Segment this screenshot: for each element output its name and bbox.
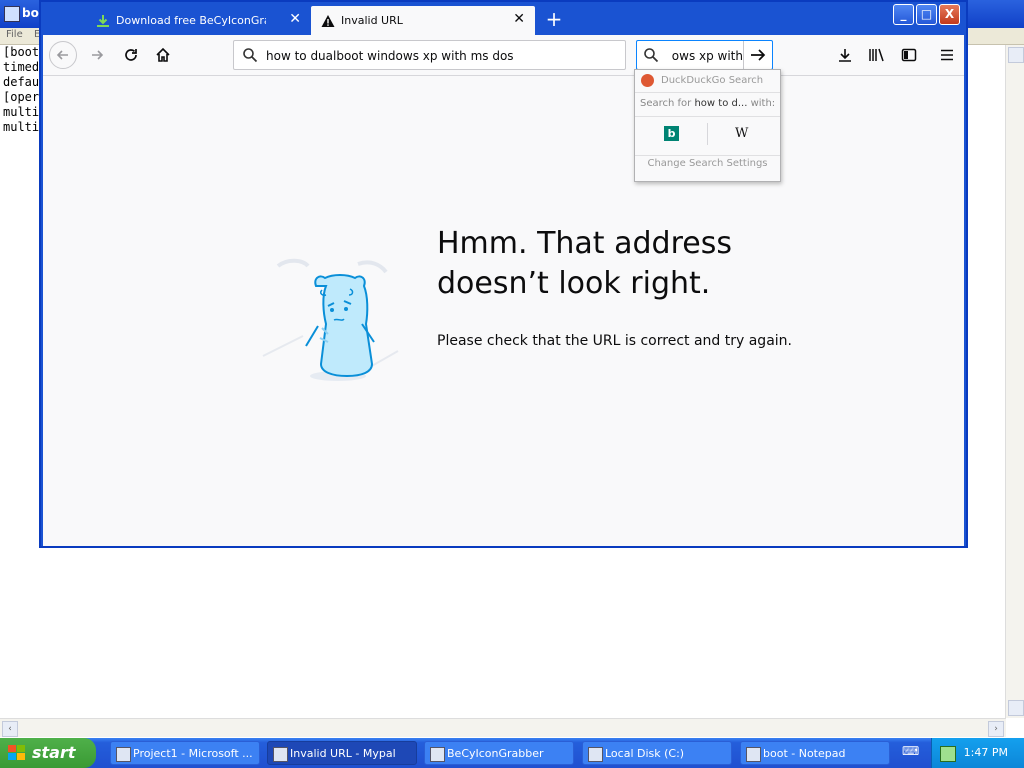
url-input[interactable] — [264, 46, 618, 66]
arrow-right-icon — [751, 49, 766, 61]
tab-invalid-url[interactable]: Invalid URL ✕ — [311, 6, 535, 36]
search-suggestions-popup: DuckDuckGo Search Search for how to d...… — [634, 69, 781, 182]
scroll-left-arrow-icon[interactable]: ‹ — [2, 721, 18, 737]
error-description: Please check that the URL is correct and… — [437, 333, 792, 349]
start-label: start — [32, 743, 76, 762]
page-content: Hmm. That address doesn’t look right. Pl… — [43, 76, 964, 546]
keyboard-icon[interactable]: ⌨ — [902, 744, 920, 760]
home-icon — [156, 47, 170, 62]
taskbar-item-notepad[interactable]: boot - Notepad — [740, 741, 890, 765]
navigation-toolbar — [43, 35, 964, 76]
search-input[interactable] — [665, 46, 745, 66]
taskbar-item-label: BeCyIconGrabber — [447, 747, 544, 760]
tab-download-becyicongrabber[interactable]: Download free BeCyIconGrabber ✕ — [86, 6, 311, 36]
notepad-icon — [746, 747, 761, 762]
notepad-vertical-scrollbar[interactable] — [1005, 45, 1024, 718]
drive-icon — [588, 747, 603, 762]
search-for-label: Search for how to d... with: — [640, 98, 775, 109]
taskbar-item-mypal[interactable]: Invalid URL - Mypal — [267, 741, 417, 765]
search-icon — [243, 48, 258, 63]
bing-icon[interactable]: b — [664, 126, 679, 141]
search-engine-label: DuckDuckGo Search — [661, 75, 764, 86]
search-icon — [644, 48, 659, 63]
error-title-line1: Hmm. That address — [437, 226, 732, 261]
address-bar[interactable] — [233, 40, 626, 70]
library-icon — [869, 48, 884, 62]
notepad-icon — [4, 6, 20, 22]
notepad-menu-file[interactable]: File — [6, 29, 23, 40]
network-icon[interactable] — [940, 746, 956, 762]
taskbar: start Project1 - Microsoft ... Invalid U… — [0, 738, 1024, 768]
scroll-up-arrow-icon[interactable] — [1008, 47, 1024, 63]
download-icon — [839, 49, 851, 62]
maximize-button[interactable]: □ — [916, 4, 937, 25]
error-title: Hmm. That address doesn’t look right. — [437, 224, 837, 304]
warning-icon — [321, 15, 335, 27]
duckduckgo-icon — [641, 74, 654, 87]
close-window-button[interactable]: X — [939, 4, 960, 25]
search-for-prefix: Search for — [640, 98, 695, 109]
search-go-button[interactable] — [743, 41, 772, 69]
search-for-suffix: with: — [747, 98, 776, 109]
mypal-icon — [273, 747, 288, 762]
icongrabber-icon — [430, 747, 445, 762]
hamburger-menu-icon — [941, 49, 953, 61]
taskbar-item-label: Local Disk (C:) — [605, 747, 685, 760]
notepad-horizontal-scrollbar[interactable]: ‹ › — [0, 718, 1006, 737]
downloads-button[interactable] — [831, 41, 859, 69]
current-search-engine[interactable]: DuckDuckGo Search — [635, 70, 780, 93]
forward-arrow-icon — [92, 50, 104, 60]
taskbar-item-local-disk[interactable]: Local Disk (C:) — [582, 741, 732, 765]
taskbar-item-label: Project1 - Microsoft ... — [133, 747, 253, 760]
sidebar-button[interactable] — [895, 41, 923, 69]
scroll-right-arrow-icon[interactable]: › — [988, 721, 1004, 737]
change-search-settings-button[interactable]: Change Search Settings — [635, 158, 780, 169]
tab-title: Invalid URL — [341, 14, 403, 27]
close-icon[interactable]: ✕ — [289, 11, 301, 27]
search-for-term: how to d... — [694, 98, 748, 109]
separator — [707, 123, 708, 145]
reload-icon — [125, 49, 137, 61]
download-icon — [97, 15, 109, 27]
taskbar-item-project1[interactable]: Project1 - Microsoft ... — [110, 741, 260, 765]
confused-mascot-illustration — [262, 258, 399, 381]
tab-title: Download free BeCyIconGrabber — [116, 14, 266, 27]
new-tab-button[interactable]: + — [541, 6, 567, 32]
home-button[interactable] — [149, 41, 177, 69]
system-tray: 1:47 PM — [931, 738, 1024, 768]
taskbar-item-label: boot - Notepad — [763, 747, 846, 760]
start-button[interactable]: start — [0, 738, 96, 768]
back-button[interactable] — [49, 41, 77, 69]
vb-project-icon — [116, 747, 131, 762]
back-arrow-icon — [56, 50, 68, 60]
windows-flag-icon — [8, 745, 26, 761]
search-bar[interactable] — [636, 40, 773, 70]
sidebar-icon — [901, 48, 917, 62]
reload-button[interactable] — [117, 41, 145, 69]
error-title-line2: doesn’t look right. — [437, 266, 711, 301]
scroll-down-arrow-icon[interactable] — [1008, 700, 1024, 716]
close-icon[interactable]: ✕ — [513, 11, 525, 27]
tab-strip: Download free BeCyIconGrabber ✕ Invalid … — [43, 4, 893, 36]
wikipedia-icon[interactable]: W — [735, 126, 748, 141]
taskbar-item-becyicongrabber[interactable]: BeCyIconGrabber — [424, 741, 574, 765]
menu-button[interactable] — [933, 41, 961, 69]
browser-window: Download free BeCyIconGrabber ✕ Invalid … — [39, 0, 968, 548]
library-button[interactable] — [863, 41, 891, 69]
minimize-button[interactable]: _ — [893, 4, 914, 25]
one-off-engines: b W — [635, 116, 780, 156]
taskbar-item-label: Invalid URL - Mypal — [290, 747, 396, 760]
clock[interactable]: 1:47 PM — [964, 746, 1008, 759]
forward-button[interactable] — [83, 41, 111, 69]
